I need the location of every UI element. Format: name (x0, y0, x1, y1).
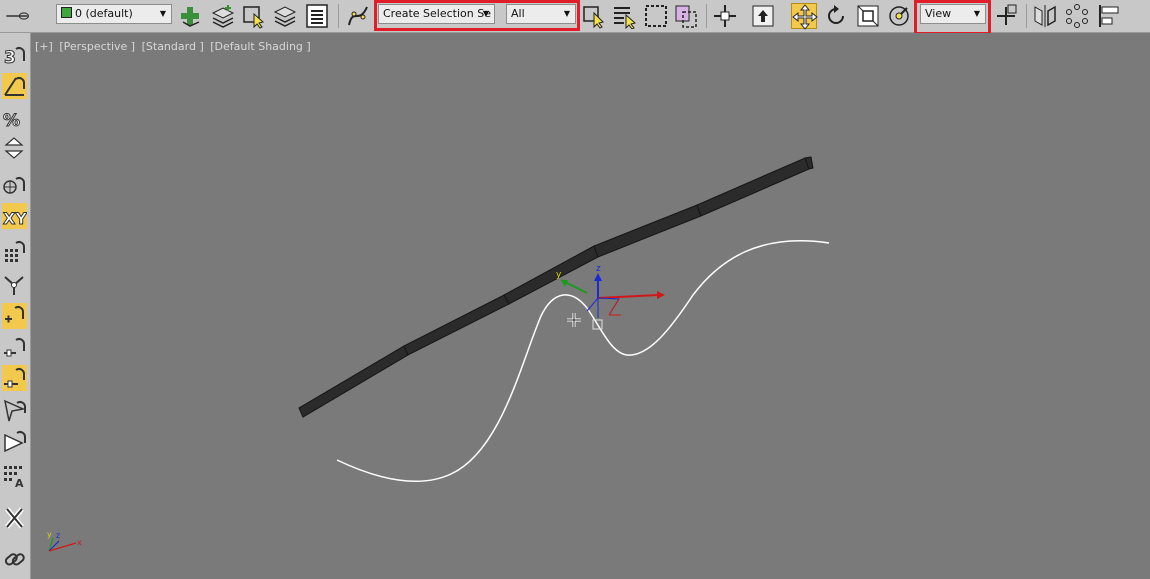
bone-segment[interactable] (403, 294, 510, 356)
select-object-icon[interactable] (241, 3, 267, 29)
close-icon[interactable] (2, 505, 27, 531)
move-cursor-icon (567, 313, 581, 327)
percent-snap-icon[interactable]: % (2, 105, 27, 132)
scene-explorer-icon[interactable] (304, 3, 330, 29)
chevron-down-icon: ▼ (563, 9, 570, 18)
chain-link-icon[interactable] (2, 547, 27, 573)
angle-snap-icon[interactable] (2, 73, 27, 99)
gizmo-label-y: y (556, 270, 562, 280)
move-icon[interactable] (712, 3, 738, 29)
bind-icon[interactable] (2, 271, 27, 297)
link-icon[interactable] (2, 335, 27, 361)
chevron-down-icon: ▼ (159, 9, 166, 18)
layer-dropdown[interactable]: 0 (default) ▼ (56, 4, 172, 24)
spline-curve[interactable] (336, 240, 830, 483)
svg-text:A: A (15, 477, 24, 489)
use-pivot-center-icon[interactable] (993, 3, 1019, 29)
pivot-icon[interactable] (886, 3, 912, 29)
mirror-icon[interactable] (1032, 3, 1058, 29)
toolbar-separator (1026, 4, 1027, 28)
auto-grid-icon[interactable] (2, 429, 27, 455)
corner-label-y: y (47, 530, 52, 539)
left-snap-toolbar: 3 % XY A (0, 33, 31, 579)
layer-manager-icon[interactable] (4, 3, 38, 29)
named-selection-dropdown[interactable]: Create Selection Se ▼ (378, 4, 495, 24)
bone-segment[interactable] (503, 245, 599, 305)
bone-segment[interactable] (298, 345, 409, 418)
layer-color-swatch (61, 7, 72, 18)
align-icon[interactable] (1096, 3, 1122, 29)
svg-text:3: 3 (4, 48, 16, 68)
corner-label-z: z (56, 531, 60, 540)
magnet-icon[interactable] (2, 303, 27, 329)
unlink-icon[interactable] (2, 365, 27, 391)
add-to-layer-icon[interactable] (210, 3, 236, 29)
layer-stack-icon[interactable] (272, 3, 298, 29)
bone-segment[interactable] (696, 157, 810, 217)
select-by-name-icon[interactable] (612, 3, 638, 29)
selection-filter-dropdown[interactable]: All ▼ (506, 4, 576, 24)
mirror-axis-icon[interactable]: XY (2, 203, 27, 229)
bone-segment[interactable] (593, 204, 702, 258)
snap-toggle-icon[interactable] (2, 173, 27, 199)
grid-icon[interactable] (2, 239, 27, 265)
reference-coord-dropdown[interactable]: View ▼ (920, 4, 986, 24)
gizmo-label-z: z (596, 264, 601, 274)
place-icon[interactable] (750, 3, 776, 29)
chevron-down-icon: ▼ (973, 9, 980, 18)
toolbar-separator (706, 4, 707, 28)
svg-text:%: % (3, 111, 20, 131)
snap-3d-icon[interactable]: 3 (2, 43, 27, 69)
svg-text:XY: XY (3, 209, 27, 228)
scene-canvas: y z y z x (47, 156, 830, 552)
rotate-icon[interactable] (823, 3, 849, 29)
main-toolbar: 0 (default) ▼ Create Selection Se ▼ All ▼ (0, 0, 1150, 35)
orient-icon[interactable] (2, 397, 27, 423)
window-crossing-icon[interactable] (673, 3, 699, 29)
perspective-viewport[interactable]: [+] [Perspective ] [Standard ] [Default … (31, 33, 1150, 579)
corner-label-x: x (77, 538, 82, 547)
array-icon[interactable] (1064, 3, 1090, 29)
toolbar-separator (338, 4, 339, 28)
move-active-icon[interactable] (791, 3, 818, 30)
select-icon[interactable] (582, 3, 608, 29)
create-layer-icon[interactable] (177, 3, 203, 29)
spinner-snap-icon[interactable] (2, 135, 27, 161)
scale-icon[interactable] (855, 3, 881, 29)
world-axis-tripod: y z x (47, 530, 82, 552)
snap-grid-text-icon[interactable]: A (2, 463, 27, 489)
chevron-down-icon: ▼ (482, 9, 489, 18)
curve-editor-icon[interactable] (345, 3, 371, 29)
bone-chain[interactable] (298, 156, 814, 418)
rect-selection-icon[interactable] (643, 3, 669, 29)
